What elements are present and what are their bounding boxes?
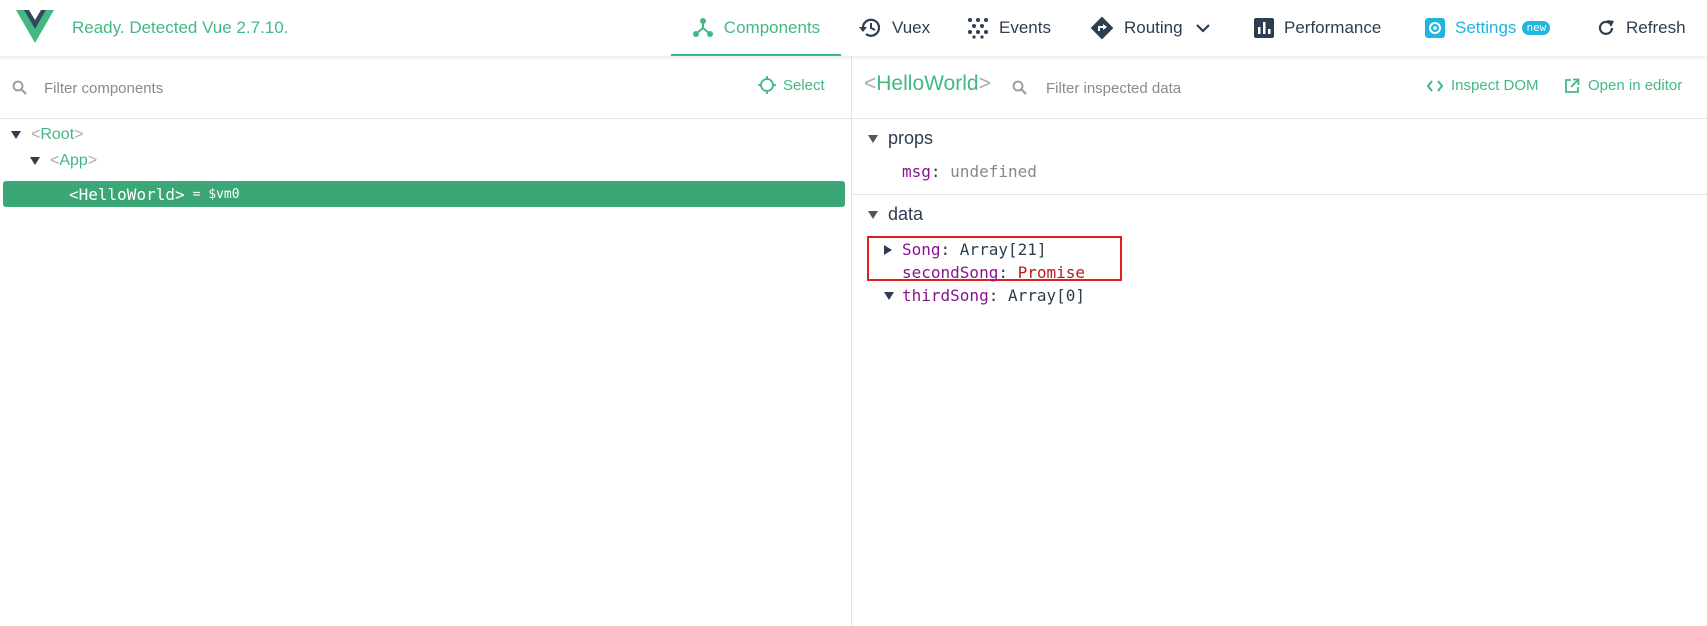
open-in-editor-label: Open in editor [1588, 77, 1683, 94]
code-icon [1427, 79, 1443, 92]
expand-arrow-icon[interactable] [884, 244, 892, 255]
vue-logo-icon [16, 10, 54, 43]
inspected-component-title: <HelloWorld> [864, 72, 991, 95]
bar-chart-icon [1254, 18, 1274, 38]
status-text: Ready. Detected Vue 2.7.10. [72, 18, 289, 37]
chevron-down-icon [1195, 24, 1210, 33]
search-icon [1012, 80, 1027, 95]
data-section-header[interactable]: data [868, 204, 923, 225]
section-divider [852, 194, 1707, 195]
data-title: data [888, 204, 924, 224]
select-component-button[interactable]: Select [758, 76, 825, 94]
collapse-arrow-icon[interactable] [868, 210, 878, 219]
inspector-pane: <HelloWorld> Inspect DOM Open in editor … [852, 56, 1707, 626]
components-icon [692, 18, 713, 37]
tab-vuex[interactable]: Vuex [858, 0, 930, 56]
crosshair-icon [758, 76, 776, 94]
search-icon [12, 80, 27, 95]
props-title: props [888, 128, 934, 148]
tab-events-label: Events [999, 18, 1051, 37]
data-value: Array[0] [1007, 286, 1086, 305]
data-key: secondSong [902, 263, 999, 282]
refresh-button[interactable]: Refresh [1596, 0, 1686, 56]
routing-icon [1090, 16, 1114, 40]
expand-arrow-icon[interactable] [884, 291, 894, 300]
open-in-editor-button[interactable]: Open in editor [1564, 77, 1682, 94]
vm-reference: = $vm0 [192, 186, 240, 202]
tab-vuex-label: Vuex [892, 18, 931, 37]
events-icon [968, 18, 988, 39]
tree-node-label: Root [40, 126, 75, 143]
open-external-icon [1565, 78, 1580, 93]
prop-value: undefined [950, 162, 1037, 181]
props-section-header[interactable]: props [868, 128, 933, 149]
new-badge: new [1522, 21, 1551, 35]
data-key: Song [902, 240, 941, 259]
tab-performance-label: Performance [1284, 18, 1382, 37]
component-filter-bar: Select [0, 56, 851, 119]
top-toolbar: Ready. Detected Vue 2.7.10. Components V… [0, 0, 1707, 56]
data-key: thirdSong [902, 286, 989, 305]
gear-icon [1425, 18, 1445, 38]
tab-performance[interactable]: Performance [1254, 0, 1381, 56]
prop-row-msg: msg: undefined [902, 162, 1037, 181]
tree-node-label: HelloWorld [78, 184, 175, 204]
component-tree-pane: Select <Root> <App> [0, 56, 852, 626]
tab-routing[interactable]: Routing [1090, 0, 1211, 56]
tree-node-root[interactable]: < Root > [11, 122, 83, 148]
history-icon [859, 18, 881, 37]
prop-key: msg [902, 162, 931, 181]
tab-routing-label: Routing [1124, 18, 1183, 37]
data-row-thirdsong[interactable]: thirdSong: Array[0] [884, 286, 1085, 305]
data-value: Array[21] [959, 240, 1047, 259]
tree-node-selected[interactable]: < HelloWorld > = $vm0 [3, 181, 845, 207]
filter-components-input[interactable] [42, 75, 606, 101]
tab-components[interactable]: Components [671, 0, 841, 56]
collapse-arrow-icon[interactable] [868, 134, 878, 143]
data-row-secondsong: secondSong: Promise [902, 263, 1086, 282]
data-value: Promise [1017, 263, 1086, 282]
tab-settings[interactable]: Settings new [1425, 0, 1551, 56]
tab-settings-label: Settings [1455, 18, 1517, 37]
inspect-dom-label: Inspect DOM [1451, 77, 1539, 94]
inspector-toolbar: <HelloWorld> Inspect DOM Open in editor [852, 56, 1707, 119]
tab-events[interactable]: Events [967, 0, 1051, 56]
refresh-icon [1598, 20, 1614, 35]
expand-arrow-icon[interactable] [30, 157, 40, 165]
inspect-dom-button[interactable]: Inspect DOM [1427, 77, 1539, 94]
tree-node-label: App [59, 152, 88, 169]
filter-inspected-data-input[interactable] [1044, 75, 1368, 101]
tab-components-label: Components [723, 18, 821, 37]
data-row-song[interactable]: Song: Array[21] [884, 240, 1047, 259]
select-label: Select [783, 76, 825, 94]
expand-arrow-icon[interactable] [11, 131, 21, 139]
refresh-label: Refresh [1626, 18, 1686, 37]
tree-node-app[interactable]: < App > [30, 148, 97, 174]
